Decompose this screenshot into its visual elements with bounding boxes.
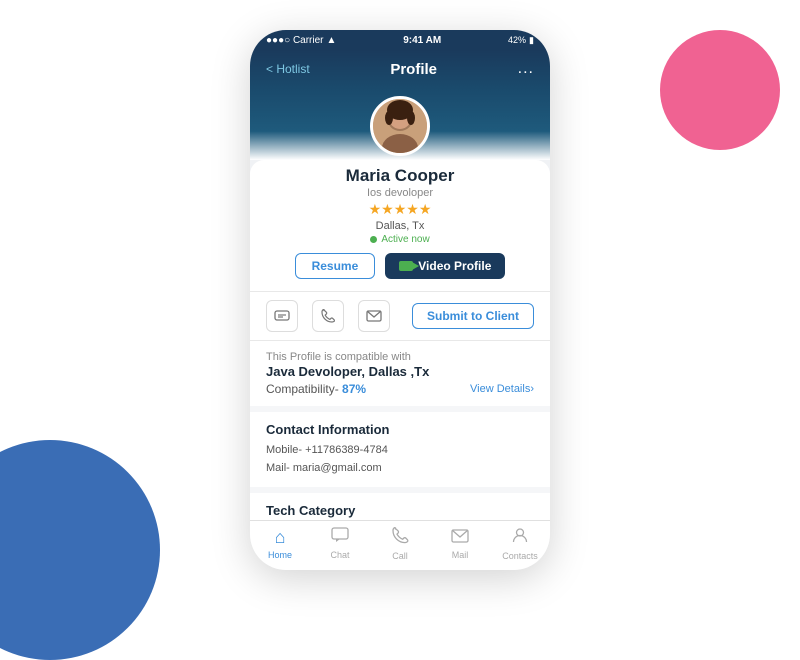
status-carrier: ●●●○ Carrier ▲ <box>266 35 336 46</box>
contact-mail: Mail- maria@gmail.com <box>266 460 534 478</box>
nav-back-button[interactable]: < Hotlist <box>266 62 310 76</box>
compatibility-label: This Profile is compatible with <box>266 351 534 363</box>
message-icon-button[interactable] <box>266 300 298 332</box>
bg-pink-shape <box>660 30 780 150</box>
avatar <box>370 96 430 156</box>
profile-card: Maria Cooper Ios devoloper ★★★★★ Dallas,… <box>250 160 550 291</box>
compatibility-text: Compatibility- <box>266 382 342 396</box>
profile-buttons: Resume Video Profile <box>295 253 506 279</box>
chat-icon <box>331 527 349 548</box>
tab-chat-label: Chat <box>330 550 349 560</box>
contact-mobile: Mobile- +11786389-4784 <box>266 442 534 460</box>
call-icon <box>392 527 409 549</box>
tab-contacts-label: Contacts <box>502 551 538 561</box>
nav-more-button[interactable]: ... <box>518 60 534 78</box>
nav-title: Profile <box>390 61 437 78</box>
profile-location: Dallas, Tx <box>376 220 425 232</box>
status-time: 9:41 AM <box>403 35 441 46</box>
profile-role: Ios devoloper <box>367 187 433 199</box>
tab-call-label: Call <box>392 551 408 561</box>
contacts-icon <box>512 527 528 549</box>
profile-stars: ★★★★★ <box>369 201 432 218</box>
content-area: This Profile is compatible with Java Dev… <box>250 341 550 520</box>
video-profile-button[interactable]: Video Profile <box>385 253 505 279</box>
view-details-button[interactable]: View Details› <box>470 383 534 395</box>
resume-button[interactable]: Resume <box>295 253 376 279</box>
active-status: Active now <box>370 234 429 245</box>
tab-home-label: Home <box>268 550 292 560</box>
phone-icon-button[interactable] <box>312 300 344 332</box>
nav-back-label: < Hotlist <box>266 62 310 76</box>
status-bar: ●●●○ Carrier ▲ 9:41 AM 42% ▮ <box>250 30 550 50</box>
compatibility-section: This Profile is compatible with Java Dev… <box>250 341 550 406</box>
video-profile-label: Video Profile <box>418 259 491 273</box>
battery-text: 42% <box>508 35 526 45</box>
tech-section: Tech Category Java Application Devoloper <box>250 493 550 520</box>
mail-tab-icon <box>451 527 469 548</box>
tab-mail-label: Mail <box>452 550 469 560</box>
tab-mail[interactable]: Mail <box>430 527 490 560</box>
contact-section: Contact Information Mobile- +11786389-47… <box>250 412 550 487</box>
submit-to-client-button[interactable]: Submit to Client <box>412 303 534 329</box>
active-dot <box>370 236 377 243</box>
compatibility-pct-value: 87% <box>342 382 366 396</box>
tab-home[interactable]: ⌂ Home <box>250 527 310 560</box>
profile-header <box>250 88 550 160</box>
active-label: Active now <box>381 234 429 245</box>
nav-bar: < Hotlist Profile ... <box>250 50 550 88</box>
phone-frame: ●●●○ Carrier ▲ 9:41 AM 42% ▮ < Hotlist P… <box>250 30 550 570</box>
contact-title: Contact Information <box>266 422 534 437</box>
tab-call[interactable]: Call <box>370 527 430 561</box>
action-bar: Submit to Client <box>250 291 550 341</box>
tab-bar: ⌂ Home Chat Call Mail Contacts <box>250 520 550 570</box>
carrier-text: ●●●○ Carrier <box>266 35 324 46</box>
bg-blue-shape <box>0 440 160 660</box>
compatibility-job: Java Devoloper, Dallas ,Tx <box>266 364 534 379</box>
compatibility-row: Compatibility- 87% View Details› <box>266 382 534 396</box>
tab-chat[interactable]: Chat <box>310 527 370 560</box>
compatibility-pct: Compatibility- 87% <box>266 382 366 396</box>
home-icon: ⌂ <box>275 527 286 548</box>
video-icon <box>399 261 413 271</box>
profile-name: Maria Cooper <box>346 166 455 186</box>
tech-title: Tech Category <box>266 503 534 518</box>
wifi-icon: ▲ <box>327 35 337 46</box>
tab-contacts[interactable]: Contacts <box>490 527 550 561</box>
battery-icon: ▮ <box>529 35 534 46</box>
mail-icon-button[interactable] <box>358 300 390 332</box>
status-right: 42% ▮ <box>508 35 534 46</box>
